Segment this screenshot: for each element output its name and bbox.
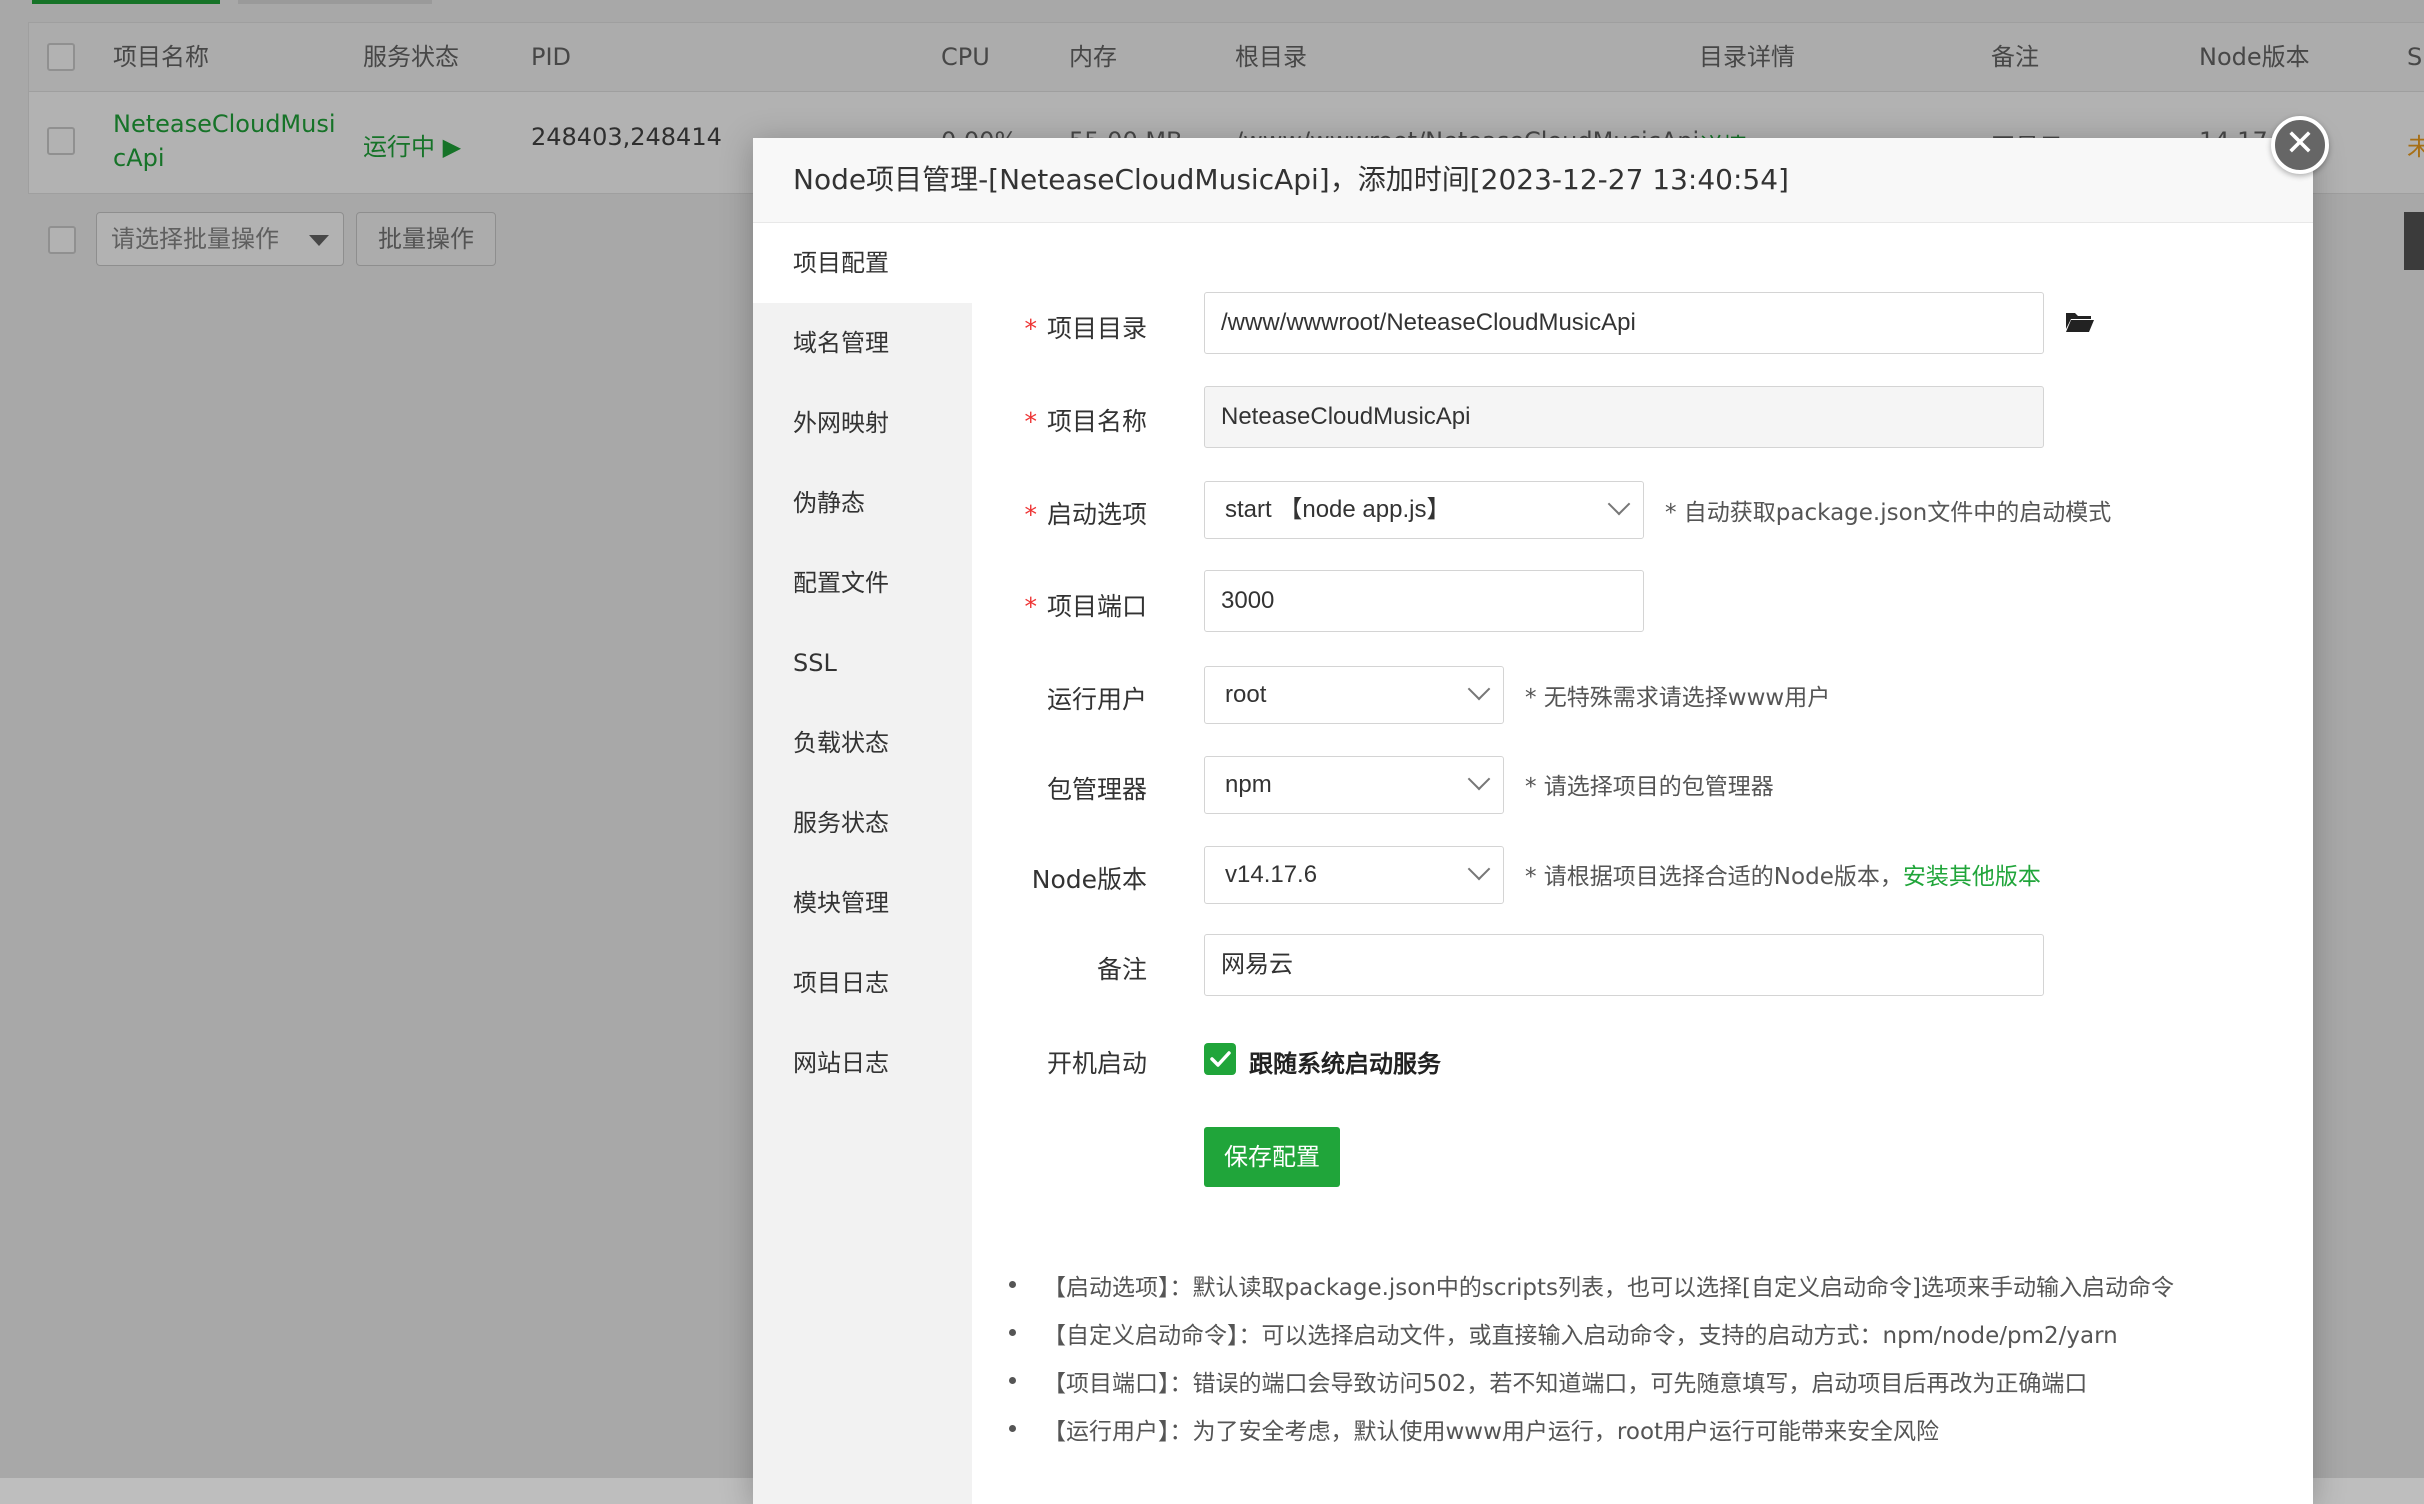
node-project-modal: Node项目管理-[NeteaseCloudMusicApi]，添加时间[202… [753, 116, 2329, 1504]
chevron-down-icon [1467, 767, 1491, 791]
modal-header: Node项目管理-[NeteaseCloudMusicApi]，添加时间[202… [753, 138, 2313, 223]
autostart-checkbox[interactable] [1204, 1043, 1236, 1075]
chevron-down-icon [1607, 492, 1631, 516]
start-option-select[interactable]: start 【node app.js】 [1204, 481, 1644, 539]
project-name-label: * 项目名称 [1024, 407, 1147, 436]
project-config-form: * 项目目录 /www/wwwroot/NeteaseCloudMusicApi … [973, 223, 2313, 1504]
close-icon[interactable]: ✕ [2271, 116, 2329, 174]
remark-input[interactable]: 网易云 [1204, 934, 2044, 996]
package-manager-value: npm [1225, 771, 1272, 798]
package-manager-hint: * 请选择项目的包管理器 [1525, 774, 1774, 800]
sidebar-item-rewrite[interactable]: 伪静态 [753, 463, 972, 543]
sidebar-item-site-log[interactable]: 网站日志 [753, 1023, 972, 1103]
autostart-checkbox-label[interactable]: 跟随系统启动服务 [1249, 1044, 1441, 1079]
list-item: 【启动选项】：默认读取package.json中的scripts列表，也可以选择… [1009, 1268, 2174, 1302]
check-icon [1210, 1051, 1231, 1067]
chevron-down-icon [1467, 677, 1491, 701]
remark-label: 备注 [1096, 955, 1147, 984]
modal-title: Node项目管理-[NeteaseCloudMusicApi]，添加时间[202… [793, 163, 1789, 196]
package-manager-select[interactable]: npm [1204, 756, 1504, 814]
chevron-down-icon [1467, 857, 1491, 881]
sidebar-item-project-config[interactable]: 项目配置 [753, 223, 973, 303]
run-user-label: 运行用户 [1046, 685, 1147, 714]
sidebar-item-service-status[interactable]: 服务状态 [753, 783, 972, 863]
node-version-select[interactable]: v14.17.6 [1204, 846, 1504, 904]
folder-open-icon[interactable] [2065, 309, 2095, 333]
install-other-version-link[interactable]: 安装其他版本 [1903, 864, 2041, 890]
run-user-hint: * 无特殊需求请选择www用户 [1525, 685, 1831, 711]
node-version-hint: * 请根据项目选择合适的Node版本，安装其他版本 [1525, 864, 2041, 890]
modal-sidebar: 项目配置 域名管理 外网映射 伪静态 配置文件 SSL 负载状态 服务状态 模块… [753, 223, 973, 1504]
project-port-input[interactable]: 3000 [1204, 570, 1644, 632]
run-user-value: root [1225, 681, 1267, 708]
sidebar-item-ssl[interactable]: SSL [753, 623, 972, 703]
node-version-value: v14.17.6 [1225, 861, 1318, 888]
save-config-button[interactable]: 保存配置 [1204, 1127, 1340, 1187]
start-option-value: start 【node app.js】 [1225, 496, 1451, 523]
project-name-input[interactable]: NeteaseCloudMusicApi [1204, 386, 2044, 448]
sidebar-item-external-mapping[interactable]: 外网映射 [753, 383, 972, 463]
run-user-select[interactable]: root [1204, 666, 1504, 724]
list-item: 【运行用户】：为了安全考虑，默认使用www用户运行，root用户运行可能带来安全… [1009, 1412, 1939, 1446]
list-item: 【自定义启动命令】：可以选择启动文件，或直接输入启动命令，支持的启动方式：npm… [1009, 1316, 2118, 1350]
start-option-label: * 启动选项 [1024, 500, 1147, 529]
sidebar-item-project-log[interactable]: 项目日志 [753, 943, 972, 1023]
sidebar-item-domain[interactable]: 域名管理 [753, 303, 972, 383]
node-version-label: Node版本 [1031, 865, 1147, 894]
package-manager-label: 包管理器 [1046, 775, 1147, 804]
sidebar-item-load-status[interactable]: 负载状态 [753, 703, 972, 783]
project-port-label: * 项目端口 [1024, 592, 1147, 621]
list-item: 【项目端口】：错误的端口会导致访问502，若不知道端口，可先随意填写，启动项目后… [1009, 1364, 2087, 1398]
autostart-label: 开机启动 [1046, 1049, 1147, 1078]
sidebar-item-config-file[interactable]: 配置文件 [753, 543, 972, 623]
project-dir-input[interactable]: /www/wwwroot/NeteaseCloudMusicApi [1204, 292, 2044, 354]
sidebar-item-module-manage[interactable]: 模块管理 [753, 863, 972, 943]
start-option-hint: * 自动获取package.json文件中的启动模式 [1665, 500, 2112, 526]
project-dir-label: * 项目目录 [1024, 314, 1147, 343]
